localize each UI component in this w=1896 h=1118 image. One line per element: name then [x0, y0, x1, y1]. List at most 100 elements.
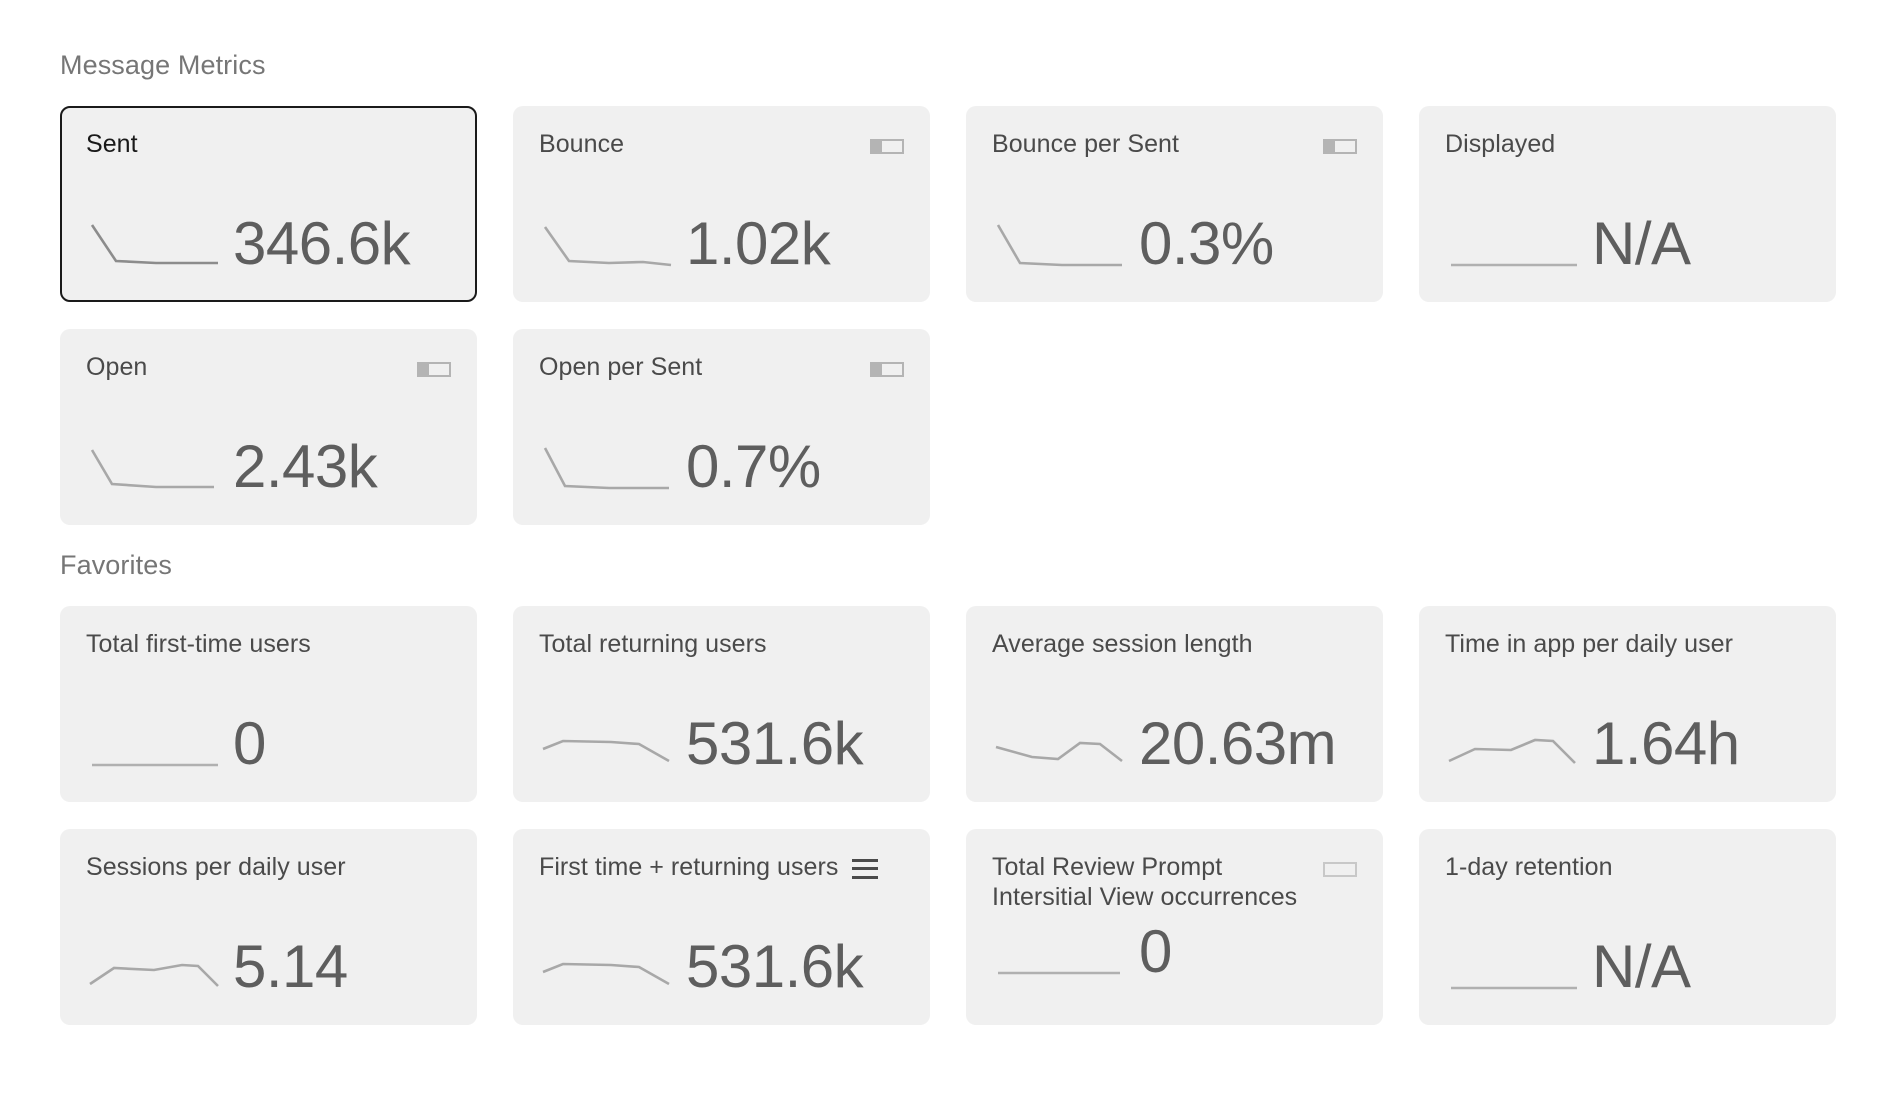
- card-header: Total returning users: [539, 630, 904, 659]
- metric-card-label: First time + returning users: [539, 853, 839, 881]
- card-header: Open per Sent: [539, 353, 904, 382]
- card-body: 2.43k: [86, 437, 451, 503]
- metric-card-first-time-plus-returning-users[interactable]: First time + returning users 531.6k: [513, 829, 930, 1025]
- card-body: 1.64h: [1445, 714, 1810, 780]
- hamburger-line: [852, 858, 879, 862]
- card-body: 531.6k: [539, 937, 904, 1003]
- favorites-grid-row1: Total first-time users 0 Total returning…: [60, 606, 1836, 802]
- sparkline-down-flat-icon: [996, 224, 1122, 267]
- sparkline-flat-icon: [1451, 986, 1577, 990]
- card-header: Sessions per daily user: [86, 853, 451, 882]
- hamburger-line: [852, 867, 879, 870]
- card-body: N/A: [1445, 214, 1810, 280]
- card-header: Bounce: [539, 130, 904, 159]
- card-body: 20.63m: [992, 714, 1357, 780]
- grid-spacer: [966, 329, 1383, 525]
- metric-card-label: Sent: [86, 130, 138, 158]
- card-header: Total Review Prompt Intersitial View occ…: [992, 853, 1357, 912]
- metric-card-bounce[interactable]: Bounce 1.02k: [513, 106, 930, 302]
- hamburger-menu-icon[interactable]: [852, 858, 879, 879]
- card-header: Sent: [86, 130, 451, 159]
- metric-card-label: Sessions per daily user: [86, 853, 346, 881]
- metric-card-time-in-app-per-daily-user[interactable]: Time in app per daily user 1.64h: [1419, 606, 1836, 802]
- progress-bar-icon[interactable]: [1323, 862, 1357, 877]
- card-header: First time + returning users: [539, 853, 904, 882]
- card-body: 0.3%: [992, 214, 1357, 280]
- metric-card-label: Average session length: [992, 630, 1253, 658]
- metric-card-value: 1.64h: [1592, 710, 1740, 777]
- metric-card-value: 0: [1139, 918, 1172, 985]
- metric-card-value: 346.6k: [233, 210, 411, 277]
- metric-card-label: Time in app per daily user: [1445, 630, 1734, 658]
- metric-card-value: 531.6k: [686, 710, 864, 777]
- sparkline-flat-icon: [998, 971, 1120, 975]
- message-metrics-grid-row2: Open 2.43k Open per Sent 0.7%: [60, 329, 1836, 525]
- metric-card-value: N/A: [1592, 210, 1691, 277]
- sparkline-plateau-drop-icon: [542, 962, 670, 986]
- card-body: 5.14: [86, 937, 451, 1003]
- sparkline-down-flat-icon: [543, 226, 672, 267]
- grid-spacer: [1419, 329, 1836, 525]
- metric-card-open[interactable]: Open 2.43k: [60, 329, 477, 525]
- card-body: 1.02k: [539, 214, 904, 280]
- metric-card-total-review-prompt-intersitial-view-occurrences[interactable]: Total Review Prompt Intersitial View occ…: [966, 829, 1383, 1025]
- metric-card-displayed[interactable]: Displayed N/A: [1419, 106, 1836, 302]
- metric-card-sent[interactable]: Sent 346.6k: [60, 106, 477, 302]
- section-title-message-metrics: Message Metrics: [60, 50, 266, 80]
- sparkline-down-flat-icon: [90, 449, 214, 489]
- card-body: N/A: [1445, 937, 1810, 1003]
- card-header: Bounce per Sent: [992, 130, 1357, 159]
- metric-card-value: 0.7%: [686, 433, 821, 500]
- progress-bar-icon[interactable]: [870, 139, 904, 154]
- section-title-favorites: Favorites: [60, 550, 172, 580]
- metric-card-total-returning-users[interactable]: Total returning users 531.6k: [513, 606, 930, 802]
- sparkline-flat-icon: [1451, 263, 1577, 267]
- metric-card-label: Total first-time users: [86, 630, 311, 658]
- sparkline-down-flat-icon: [90, 224, 218, 265]
- card-body: 0.7%: [539, 437, 904, 503]
- metric-card-value: 20.63m: [1139, 710, 1337, 777]
- card-header: Open: [86, 353, 451, 382]
- metric-card-value: 2.43k: [233, 433, 378, 500]
- sparkline-down-flat-icon: [543, 447, 669, 490]
- metric-card-label: 1-day retention: [1445, 853, 1613, 881]
- message-metrics-grid-row1: Sent 346.6k Bounce 1.02k Bounce per Sent…: [60, 106, 1836, 302]
- metric-card-average-session-length[interactable]: Average session length 20.63m: [966, 606, 1383, 802]
- sparkline-dip-bump-icon: [995, 741, 1123, 763]
- dashboard-page: Message Metrics Sent 346.6k Bounce 1.02k…: [0, 0, 1896, 1118]
- sparkline-rise-plateau-drop-icon: [89, 963, 219, 987]
- sparkline-rise-bump-drop-icon: [1448, 738, 1576, 764]
- sparkline-plateau-drop-icon: [542, 739, 670, 763]
- metric-card-value: 0.3%: [1139, 210, 1274, 277]
- metric-card-label: Bounce: [539, 130, 625, 158]
- card-header: 1-day retention: [1445, 853, 1810, 882]
- sparkline-flat-icon: [92, 763, 218, 767]
- metric-card-bounce-per-sent[interactable]: Bounce per Sent 0.3%: [966, 106, 1383, 302]
- progress-bar-icon[interactable]: [417, 362, 451, 377]
- card-header: Average session length: [992, 630, 1357, 659]
- progress-bar-icon[interactable]: [1323, 139, 1357, 154]
- metric-card-label: Open: [86, 353, 148, 381]
- metric-card-label: Displayed: [1445, 130, 1556, 158]
- metric-card-label: Total returning users: [539, 630, 767, 658]
- metric-card-label: Open per Sent: [539, 353, 703, 381]
- metric-card-label: Bounce per Sent: [992, 130, 1179, 158]
- metric-card-value: 0: [233, 710, 266, 777]
- card-body: 531.6k: [539, 714, 904, 780]
- metric-card-value: 1.02k: [686, 210, 831, 277]
- metric-card-value: 531.6k: [686, 933, 864, 1000]
- metric-card-total-first-time-users[interactable]: Total first-time users 0: [60, 606, 477, 802]
- metric-card-1-day-retention[interactable]: 1-day retention N/A: [1419, 829, 1836, 1025]
- favorites-grid-row2: Sessions per daily user 5.14 First time …: [60, 829, 1836, 1025]
- metric-card-sessions-per-daily-user[interactable]: Sessions per daily user 5.14: [60, 829, 477, 1025]
- card-header: Total first-time users: [86, 630, 451, 659]
- metric-card-value: 5.14: [233, 933, 348, 1000]
- hamburger-line: [852, 875, 879, 879]
- card-body: 346.6k: [86, 214, 451, 280]
- card-header: Displayed: [1445, 130, 1810, 159]
- metric-card-open-per-sent[interactable]: Open per Sent 0.7%: [513, 329, 930, 525]
- progress-bar-icon[interactable]: [870, 362, 904, 377]
- card-body: 0: [86, 714, 451, 780]
- card-header: Time in app per daily user: [1445, 630, 1810, 659]
- metric-card-label: Total Review Prompt Intersitial View occ…: [992, 853, 1298, 911]
